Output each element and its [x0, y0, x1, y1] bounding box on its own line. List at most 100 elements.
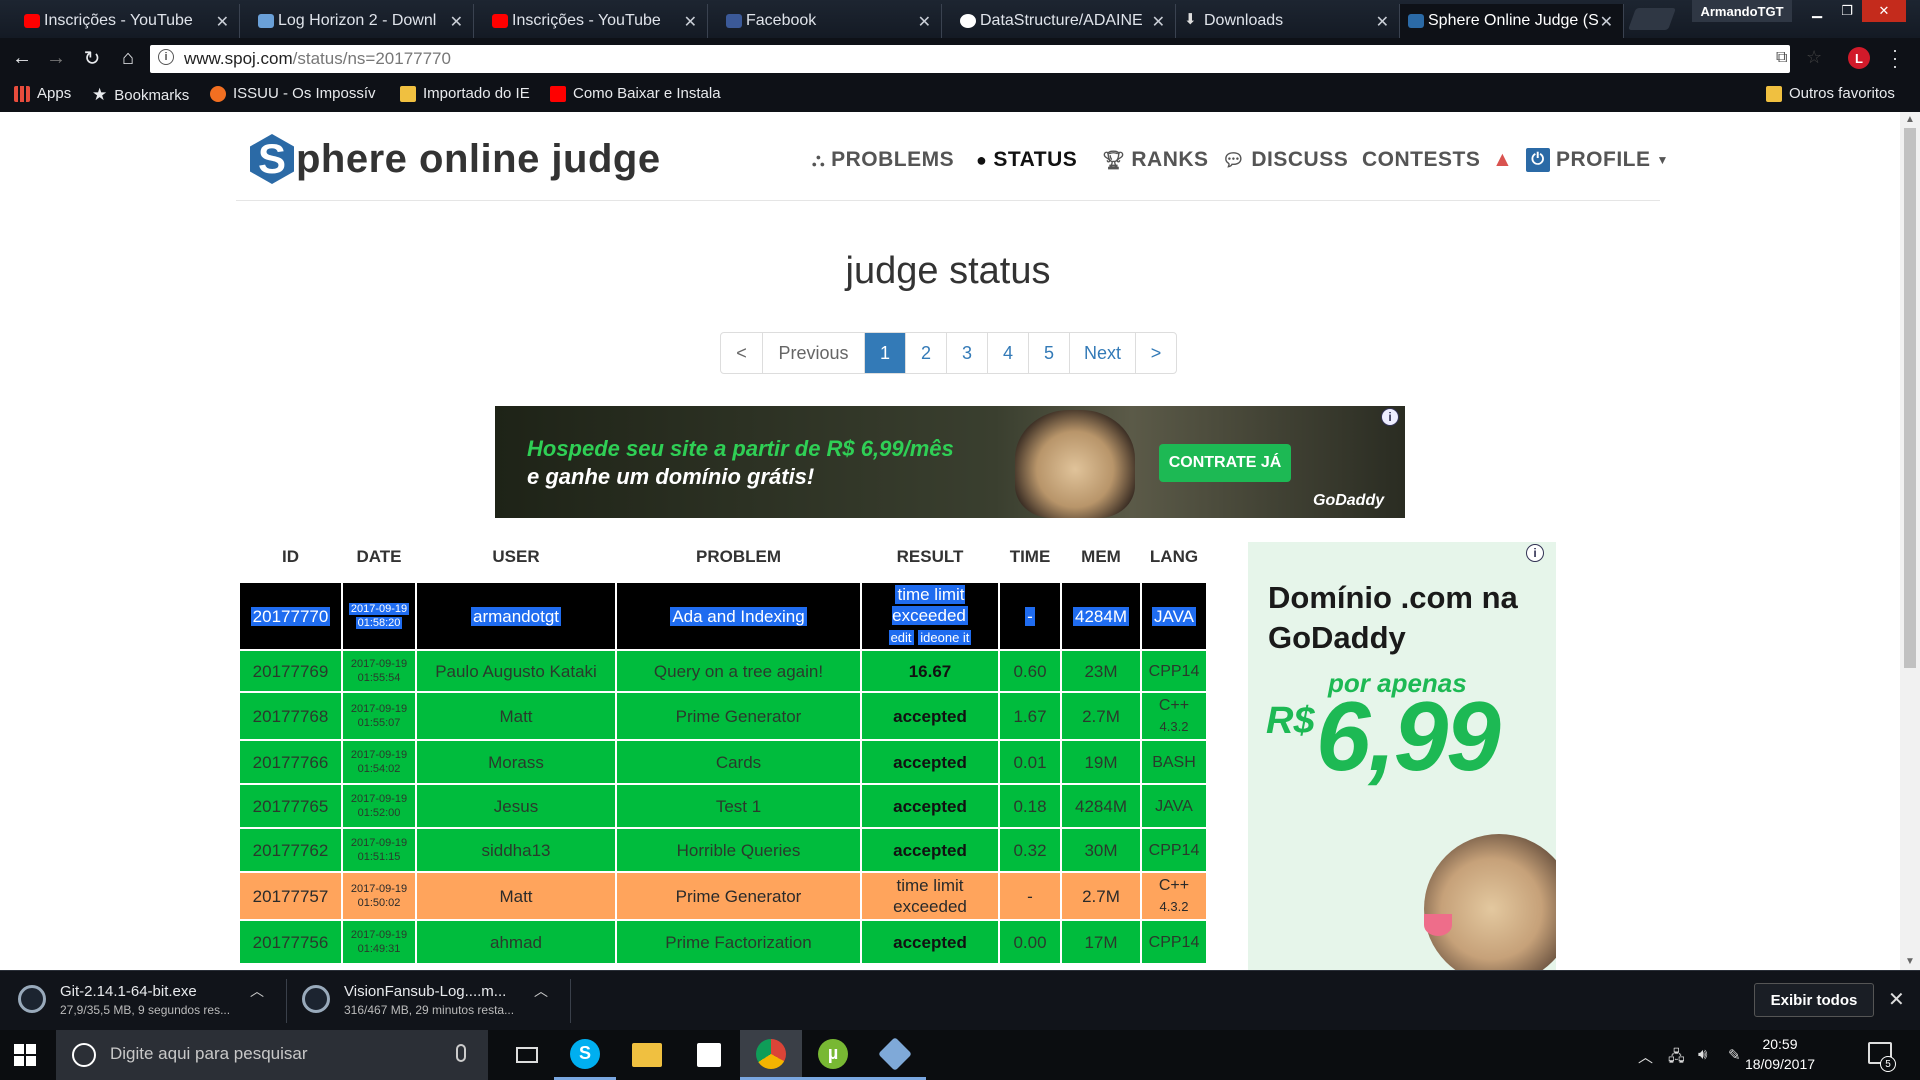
pagination-page-1[interactable]: 1 [864, 333, 905, 373]
submission-problem[interactable]: Query on a tree again! [615, 649, 862, 693]
windows-start-icon[interactable] [14, 1044, 36, 1066]
nav-profile[interactable]: ⏻ PROFILE ▼ [1526, 148, 1669, 172]
network-icon[interactable]: 🖧︎ [1668, 1046, 1685, 1071]
pagination-next[interactable]: Next [1069, 333, 1135, 373]
submission-problem[interactable]: Prime Factorization [615, 919, 862, 965]
submission-user[interactable]: armandotgt [415, 581, 617, 651]
tab-youtube-1[interactable]: Inscrições - YouTube ✕ [16, 4, 240, 38]
tab-github[interactable]: DataStructure/ADAINE ✕ [952, 4, 1176, 38]
submission-problem[interactable]: Prime Generator [615, 871, 862, 921]
bookmark-star-icon[interactable]: ☆ [1806, 47, 1822, 68]
tab-log-horizon[interactable]: Log Horizon 2 - Downl ✕ [250, 4, 474, 38]
nav-ranks[interactable]: 🏆︎ RANKS [1102, 148, 1209, 172]
download-item-git[interactable]: Git-2.14.1-64-bit.exe 27,9/35,5 MB, 9 se… [18, 981, 258, 1021]
submission-problem[interactable]: Cards [615, 739, 862, 785]
submission-problem[interactable]: Ada and Indexing [615, 581, 862, 651]
ideone-link[interactable]: ideone it [918, 630, 972, 645]
forward-arrow-icon[interactable]: → [44, 46, 68, 70]
scroll-down-icon[interactable]: ▼ [1905, 956, 1915, 967]
home-icon[interactable]: ⌂ [116, 46, 140, 70]
edit-link[interactable]: edit [888, 630, 914, 645]
submission-user[interactable]: Morass [415, 739, 617, 785]
chevron-up-icon[interactable]: ︿ [1638, 1046, 1653, 1067]
submission-user[interactable]: Jesus [415, 783, 617, 829]
nav-status[interactable]: ● STATUS [976, 148, 1077, 172]
new-tab-button[interactable] [1627, 8, 1677, 30]
chevron-up-icon[interactable]: ︿ [250, 981, 264, 1001]
restore-icon[interactable]: ❐ [1832, 0, 1862, 22]
bookmark-outros-favoritos[interactable]: Outros favoritos [1766, 85, 1895, 102]
close-icon[interactable]: ✕ [1152, 12, 1165, 32]
task-view-icon[interactable] [496, 1030, 558, 1080]
close-icon[interactable]: ✕ [1376, 12, 1389, 32]
back-arrow-icon[interactable]: ← [10, 46, 34, 70]
submission-user[interactable]: ahmad [415, 919, 617, 965]
tab-spoj[interactable]: Sphere Online Judge (S ✕ [1400, 4, 1624, 38]
bookmark-como-baixar[interactable]: Como Baixar e Instala [550, 85, 721, 102]
bookmark-issuu[interactable]: ISSUU - Os Impossív [210, 85, 376, 102]
ad-cta-button[interactable]: CONTRATE JÁ [1159, 444, 1291, 482]
show-all-downloads-button[interactable]: Exibir todos [1754, 983, 1874, 1017]
taskbar-search[interactable]: Digite aqui para pesquisar [56, 1030, 488, 1080]
page-scrollbar[interactable]: ▲ ▼ [1900, 112, 1920, 970]
volume-icon[interactable]: 🔊︎ [1698, 1046, 1707, 1063]
menu-dots-icon[interactable]: · · · [1892, 41, 1898, 75]
submission-user[interactable]: Matt [415, 871, 617, 921]
bookmark-bookmarks[interactable]: ★ Bookmarks [92, 85, 189, 105]
virtualbox-icon[interactable] [864, 1030, 926, 1080]
submission-problem[interactable]: Prime Generator [615, 691, 862, 741]
store-icon[interactable] [678, 1030, 740, 1080]
file-explorer-icon[interactable] [616, 1030, 678, 1080]
warning-icon[interactable]: ▲ [1492, 148, 1513, 172]
bookmark-importado-ie[interactable]: Importado do IE [400, 85, 530, 102]
window-close-icon[interactable]: ✕ [1862, 0, 1906, 22]
taskbar-clock[interactable]: 20:59 18/09/2017 [1740, 1034, 1820, 1074]
info-icon[interactable]: i [158, 49, 174, 65]
nav-problems[interactable]: ⛬ PROBLEMS [812, 148, 954, 172]
pagination-last[interactable]: > [1135, 333, 1176, 373]
tab-facebook[interactable]: Facebook ✕ [718, 4, 942, 38]
pagination-previous[interactable]: Previous [762, 333, 864, 373]
microphone-icon[interactable] [456, 1044, 466, 1062]
submission-problem[interactable]: Test 1 [615, 783, 862, 829]
tab-youtube-2[interactable]: Inscrições - YouTube ✕ [484, 4, 708, 38]
tab-downloads[interactable]: ⬇ Downloads ✕ [1176, 4, 1400, 38]
minimize-icon[interactable]: ▁ [1802, 0, 1832, 22]
pagination-page-3[interactable]: 3 [946, 333, 987, 373]
utorrent-icon[interactable]: µ [802, 1030, 864, 1080]
nav-contests[interactable]: CONTESTS [1362, 148, 1480, 172]
submission-problem[interactable]: Horrible Queries [615, 827, 862, 873]
close-icon[interactable]: ✕ [216, 12, 229, 32]
chrome-icon[interactable] [740, 1030, 802, 1080]
submission-user[interactable]: Matt [415, 691, 617, 741]
close-icon[interactable]: ✕ [684, 12, 697, 32]
download-item-visionfansub[interactable]: VisionFansub-Log....m... 316/467 MB, 29 … [302, 981, 542, 1021]
skype-icon[interactable]: S [554, 1030, 616, 1080]
scrollbar-thumb[interactable] [1904, 128, 1916, 668]
ad-side-banner[interactable]: Domínio .com na GoDaddy por apenas R$ 6,9… [1248, 542, 1556, 970]
close-icon[interactable]: ✕ [1888, 987, 1905, 1012]
url-text[interactable]: www.spoj.com/status/ns=20177770 [184, 49, 451, 69]
extension-icon[interactable]: L [1848, 47, 1870, 69]
pagination-page-4[interactable]: 4 [987, 333, 1028, 373]
close-icon[interactable]: ✕ [450, 12, 463, 32]
bookmark-apps[interactable]: Apps [14, 85, 71, 102]
adchoices-icon[interactable]: i [1381, 408, 1399, 426]
reload-icon[interactable]: ↻ [80, 46, 104, 70]
profile-name[interactable]: ArmandoTGT [1692, 0, 1792, 22]
pen-icon[interactable]: ✎ [1728, 1046, 1741, 1064]
ad-banner-top[interactable]: Hospede seu site a partir de R$ 6,99/mês… [495, 406, 1405, 518]
pagination-page-5[interactable]: 5 [1028, 333, 1069, 373]
submission-user[interactable]: Paulo Augusto Kataki [415, 649, 617, 693]
chevron-up-icon[interactable]: ︿ [534, 981, 548, 1001]
close-icon[interactable]: ✕ [1600, 12, 1613, 32]
address-bar[interactable]: i www.spoj.com/status/ns=20177770 ⧉ ☆ [150, 45, 1822, 73]
submission-user[interactable]: siddha13 [415, 827, 617, 873]
adchoices-icon[interactable]: i [1526, 544, 1544, 562]
nav-discuss[interactable]: 💬︎ DISCUSS [1222, 148, 1348, 172]
pagination-first[interactable]: < [721, 333, 762, 373]
scroll-up-icon[interactable]: ▲ [1905, 114, 1915, 125]
translate-icon[interactable]: ⧉ [1776, 49, 1787, 67]
site-logo[interactable]: S phere online judge [250, 134, 661, 184]
close-icon[interactable]: ✕ [918, 12, 931, 32]
